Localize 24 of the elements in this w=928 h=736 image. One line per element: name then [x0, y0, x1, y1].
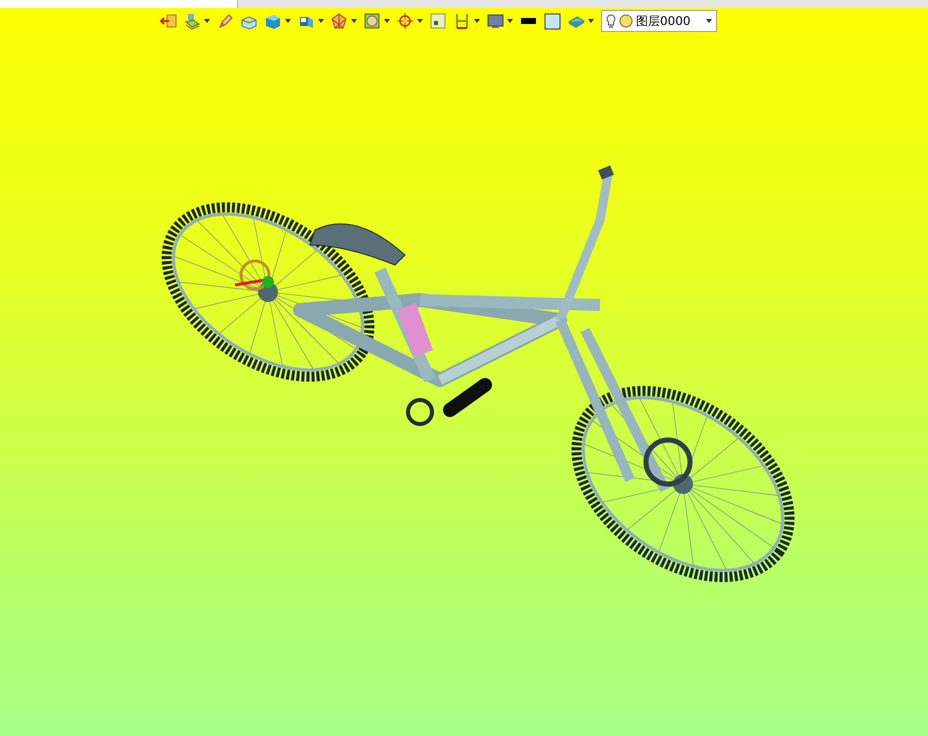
caret-icon[interactable] — [507, 19, 513, 23]
caret-icon[interactable] — [588, 19, 594, 23]
caret-icon[interactable] — [417, 19, 423, 23]
color-swatch-icon[interactable] — [544, 12, 561, 30]
layer-dropdown[interactable]: 图层0000 — [601, 10, 717, 32]
square-icon[interactable] — [430, 12, 447, 30]
frame-icon[interactable] — [364, 12, 381, 30]
caret-icon[interactable] — [351, 19, 357, 23]
caret-icon[interactable] — [204, 19, 210, 23]
caret-icon[interactable] — [285, 19, 291, 23]
polygon-icon[interactable] — [331, 12, 348, 30]
exit-icon[interactable] — [160, 12, 177, 30]
caret-icon[interactable] — [474, 19, 480, 23]
caret-icon[interactable] — [318, 19, 324, 23]
caret-icon[interactable] — [384, 19, 390, 23]
pencil-icon[interactable] — [217, 12, 234, 30]
lightbulb-icon — [606, 14, 616, 28]
caret-icon[interactable] — [706, 19, 712, 23]
circle-icon — [619, 14, 633, 28]
monitor-icon[interactable] — [487, 12, 504, 30]
layers-icon[interactable] — [184, 12, 201, 30]
crosshair-icon[interactable] — [397, 12, 414, 30]
layer-name: 图层0000 — [636, 12, 692, 30]
bracket-icon[interactable] — [454, 12, 471, 30]
